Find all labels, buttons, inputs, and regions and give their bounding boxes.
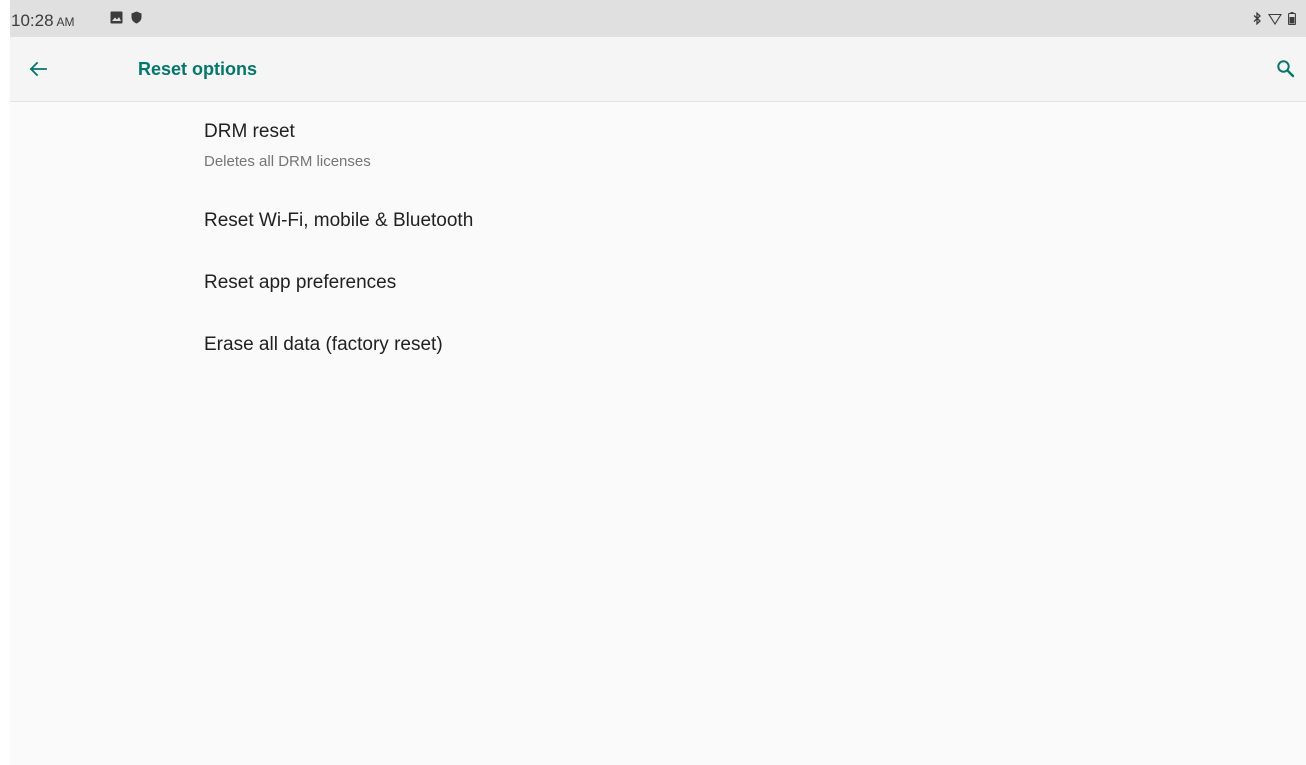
reset-option-title: Erase all data (factory reset)	[204, 334, 443, 355]
reset-option-app-preferences[interactable]: Reset app preferences	[10, 252, 1306, 314]
reset-option-drm-reset[interactable]: DRM reset Deletes all DRM licenses	[10, 102, 1306, 190]
reset-option-title: Reset Wi-Fi, mobile & Bluetooth	[204, 210, 474, 231]
status-notification-icons	[110, 11, 142, 29]
bluetooth-icon	[1252, 11, 1262, 30]
page-title: Reset options	[138, 59, 258, 79]
wifi-icon	[1268, 12, 1282, 30]
search-icon	[1277, 60, 1295, 78]
reset-option-title: Reset app preferences	[204, 272, 397, 293]
arrow-back-icon	[29, 61, 47, 77]
shield-icon	[131, 11, 142, 29]
image-icon	[110, 11, 123, 29]
status-bar: 10:28 AM	[10, 0, 1306, 37]
status-time-ampm: AM	[56, 15, 75, 29]
reset-option-title: DRM reset	[204, 121, 295, 142]
battery-icon	[1288, 12, 1296, 30]
settings-screen: 10:28 AM Reset options DRM reset Deletes…	[10, 0, 1306, 765]
reset-option-summary: Deletes all DRM licenses	[204, 153, 371, 170]
back-button[interactable]	[24, 55, 52, 83]
reset-options-list: DRM reset Deletes all DRM licenses Reset…	[10, 102, 1306, 376]
search-button[interactable]	[1272, 55, 1300, 83]
status-clock: 10:28 AM	[11, 11, 75, 31]
status-time-value: 10:28	[11, 11, 54, 30]
status-system-icons	[1252, 11, 1296, 30]
reset-option-wifi-mobile-bluetooth[interactable]: Reset Wi-Fi, mobile & Bluetooth	[10, 190, 1306, 252]
app-bar: Reset options	[10, 37, 1306, 102]
reset-option-factory-reset[interactable]: Erase all data (factory reset)	[10, 314, 1306, 376]
